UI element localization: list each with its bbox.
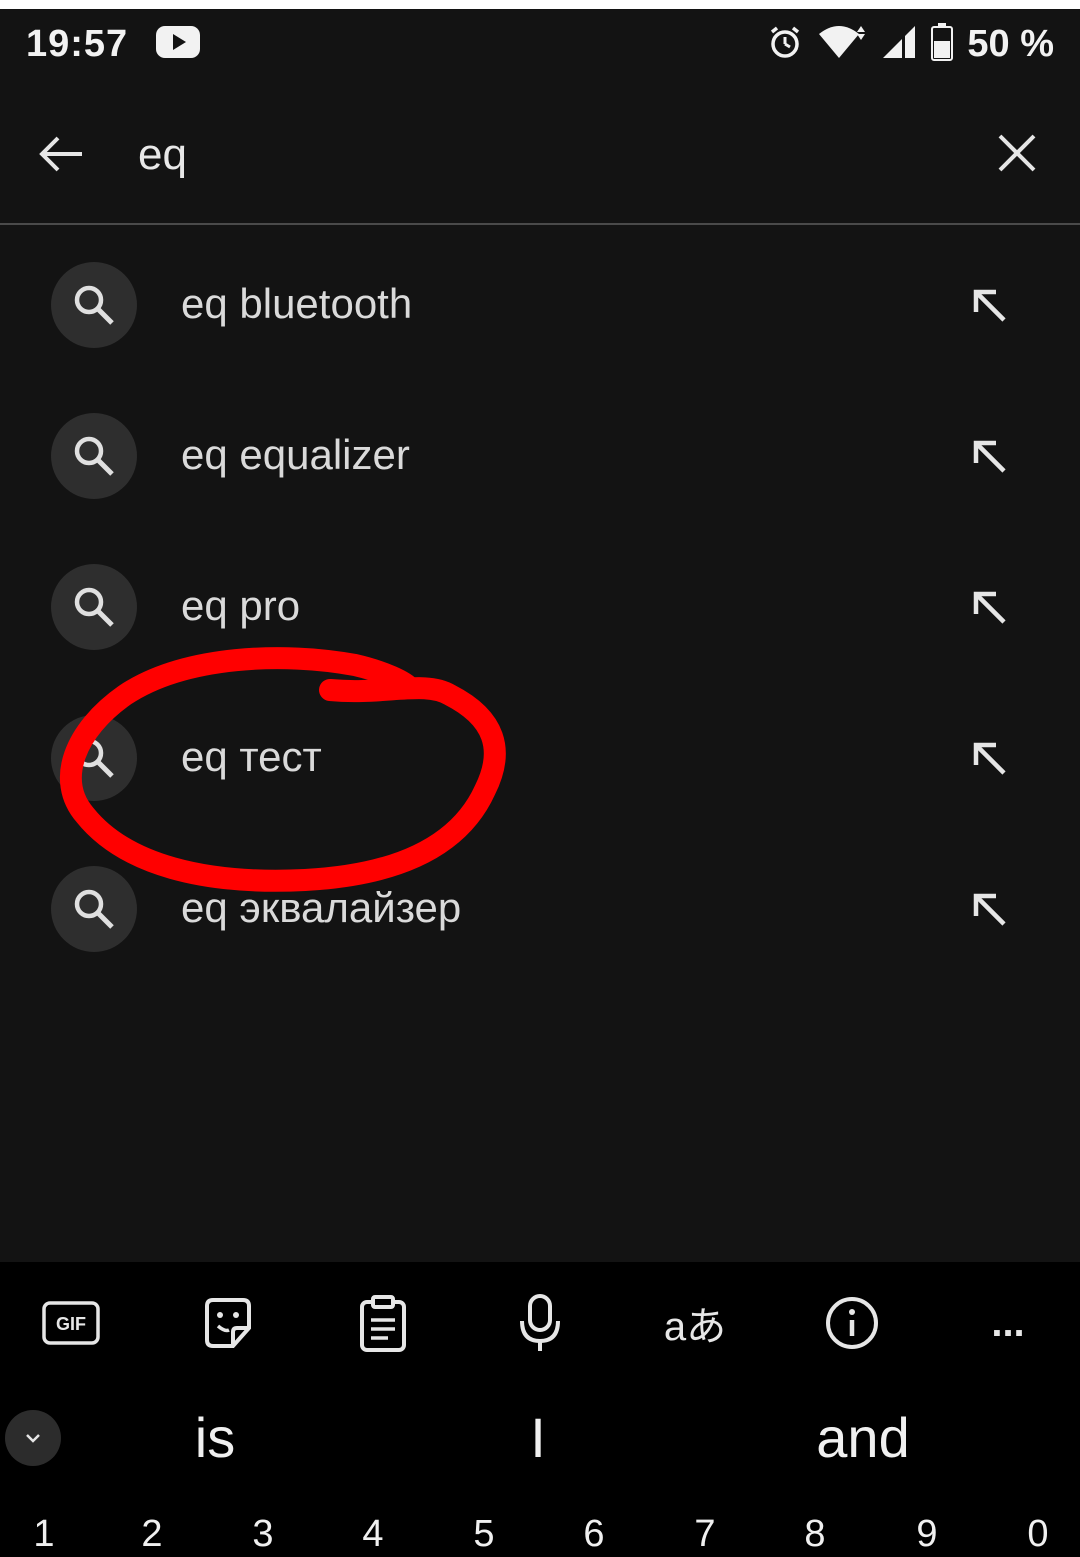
search-icon xyxy=(51,715,137,801)
key-2[interactable]: 2 xyxy=(122,1512,182,1557)
suggestion-text: eq эквалайзер xyxy=(181,884,462,931)
key-3[interactable]: 3 xyxy=(233,1512,293,1557)
number-row: 1 2 3 4 5 6 7 8 9 0 xyxy=(0,1512,1080,1557)
search-input[interactable]: eq xyxy=(138,120,187,190)
translate-button[interactable]: aあ xyxy=(660,1292,730,1354)
translate-icon: aあ xyxy=(663,1305,727,1349)
signal-icon xyxy=(881,24,917,65)
word-suggestion[interactable]: I xyxy=(478,1398,598,1478)
suggestion-text: eq тест xyxy=(181,733,322,780)
wifi-icon xyxy=(817,24,867,65)
clear-search-button[interactable] xyxy=(990,126,1044,180)
arrow-up-left-icon[interactable] xyxy=(966,433,1012,479)
key-7[interactable]: 7 xyxy=(675,1512,735,1557)
battery-percent: 50 % xyxy=(967,22,1054,65)
suggestion-item[interactable]: eq pro xyxy=(0,532,1080,683)
close-icon xyxy=(998,134,1036,172)
more-icon: ... xyxy=(991,1300,1025,1345)
status-bar: 19:57 50 % xyxy=(0,9,1080,79)
search-icon xyxy=(51,262,137,348)
sticker-button[interactable] xyxy=(197,1292,259,1354)
search-icon xyxy=(51,866,137,952)
arrow-up-left-icon[interactable] xyxy=(966,735,1012,781)
key-9[interactable]: 9 xyxy=(897,1512,957,1557)
chevron-down-icon xyxy=(26,1434,40,1443)
clipboard-icon xyxy=(360,1295,406,1352)
info-icon xyxy=(826,1297,878,1349)
keyboard-toolbar: GIF aあ ... xyxy=(0,1262,1080,1380)
suggestion-item[interactable]: eq equalizer xyxy=(0,381,1080,532)
back-button[interactable] xyxy=(36,128,88,180)
search-icon xyxy=(51,413,137,499)
suggestion-item[interactable]: eq bluetooth xyxy=(0,230,1080,381)
more-button[interactable]: ... xyxy=(977,1292,1039,1354)
voice-input-button[interactable] xyxy=(509,1292,571,1354)
status-time: 19:57 xyxy=(26,22,129,65)
word-suggestion[interactable]: is xyxy=(155,1398,275,1478)
collapse-keyboard-button[interactable] xyxy=(5,1410,61,1466)
gif-label: GIF xyxy=(56,1314,86,1334)
key-4[interactable]: 4 xyxy=(343,1512,403,1557)
key-8[interactable]: 8 xyxy=(785,1512,845,1557)
suggestion-item[interactable]: eq эквалайзер xyxy=(0,834,1080,985)
microphone-icon xyxy=(520,1294,560,1351)
key-6[interactable]: 6 xyxy=(564,1512,624,1557)
clipboard-button[interactable] xyxy=(352,1292,414,1354)
search-icon xyxy=(51,564,137,650)
gif-button[interactable]: GIF xyxy=(40,1292,102,1354)
key-5[interactable]: 5 xyxy=(454,1512,514,1557)
search-bar: eq xyxy=(0,80,1080,225)
battery-icon xyxy=(931,22,954,66)
word-suggestion-bar: is I and xyxy=(0,1380,1080,1500)
gif-icon: GIF xyxy=(42,1301,100,1345)
suggestion-text: eq equalizer xyxy=(181,431,410,478)
suggestion-text: eq pro xyxy=(181,582,301,629)
top-edge xyxy=(0,0,1080,9)
suggestion-text: eq bluetooth xyxy=(181,280,413,327)
suggestion-list: eq bluetooth eq equalizer eq pro eq тест xyxy=(0,230,1080,985)
youtube-icon xyxy=(156,25,201,63)
arrow-left-icon xyxy=(39,136,82,172)
arrow-up-left-icon[interactable] xyxy=(966,584,1012,630)
sticker-icon xyxy=(205,1298,251,1348)
key-1[interactable]: 1 xyxy=(14,1512,74,1557)
key-0[interactable]: 0 xyxy=(1008,1512,1068,1557)
info-button[interactable] xyxy=(821,1292,883,1354)
arrow-up-left-icon[interactable] xyxy=(966,886,1012,932)
suggestion-item[interactable]: eq тест xyxy=(0,683,1080,834)
keyboard: GIF aあ ... is I and 1 2 3 4 5 6 7 8 9 0 xyxy=(0,1262,1080,1557)
alarm-icon xyxy=(767,24,803,65)
word-suggestion[interactable]: and xyxy=(783,1398,943,1478)
arrow-up-left-icon[interactable] xyxy=(966,282,1012,328)
